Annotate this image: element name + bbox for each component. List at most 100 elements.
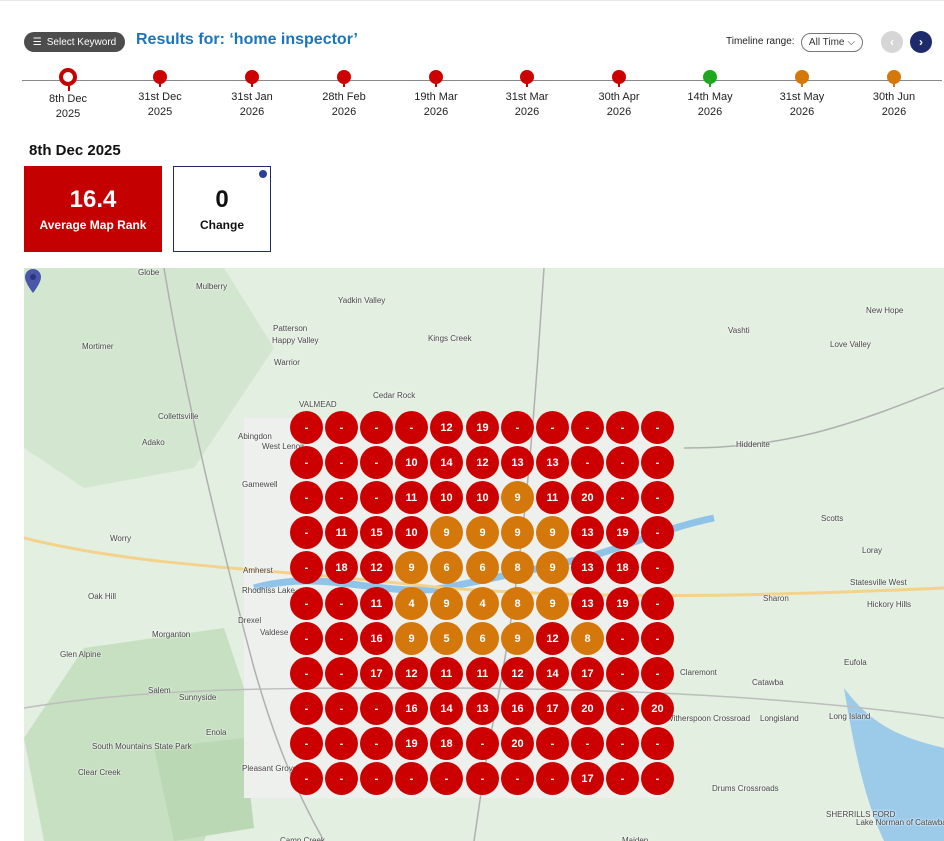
rank-circle[interactable]: 9 xyxy=(430,516,463,549)
rank-circle[interactable]: - xyxy=(641,411,674,444)
rank-circle[interactable]: - xyxy=(606,692,639,725)
rank-circle[interactable]: 15 xyxy=(360,516,393,549)
rank-circle[interactable]: 13 xyxy=(571,551,604,584)
rank-circle[interactable]: - xyxy=(360,762,393,795)
rank-circle[interactable]: - xyxy=(325,481,358,514)
rank-circle[interactable]: 6 xyxy=(430,551,463,584)
rank-circle[interactable]: - xyxy=(571,411,604,444)
rank-circle[interactable]: - xyxy=(641,622,674,655)
rank-circle[interactable]: 9 xyxy=(466,516,499,549)
rank-circle[interactable]: 11 xyxy=(395,481,428,514)
rank-circle[interactable]: - xyxy=(641,516,674,549)
rank-circle[interactable]: 18 xyxy=(430,727,463,760)
rank-circle[interactable]: 9 xyxy=(395,551,428,584)
rank-circle[interactable]: - xyxy=(290,446,323,479)
rank-circle[interactable]: 12 xyxy=(360,551,393,584)
rank-circle[interactable]: 18 xyxy=(606,551,639,584)
rank-circle[interactable]: 20 xyxy=(571,481,604,514)
next-button[interactable]: › xyxy=(910,31,932,53)
rank-circle[interactable]: 17 xyxy=(536,692,569,725)
rank-circle[interactable]: - xyxy=(325,446,358,479)
rank-circle[interactable]: - xyxy=(430,762,463,795)
rank-circle[interactable]: - xyxy=(290,587,323,620)
rank-circle[interactable]: 20 xyxy=(641,692,674,725)
rank-circle[interactable]: - xyxy=(290,622,323,655)
timeline-point[interactable]: 31st Jan 2026 xyxy=(222,70,282,120)
timeline-point[interactable]: 31st Dec 2025 xyxy=(130,70,190,120)
rank-circle[interactable]: 13 xyxy=(571,587,604,620)
rank-circle[interactable]: 9 xyxy=(536,587,569,620)
rank-circle[interactable]: - xyxy=(571,727,604,760)
rank-circle[interactable]: - xyxy=(641,587,674,620)
rank-circle[interactable]: 11 xyxy=(536,481,569,514)
rank-circle[interactable]: 12 xyxy=(466,446,499,479)
rank-circle[interactable]: - xyxy=(606,411,639,444)
rank-circle[interactable]: 14 xyxy=(430,446,463,479)
rank-circle[interactable]: 4 xyxy=(466,587,499,620)
timeline-point[interactable]: 19th Mar 2026 xyxy=(406,70,466,120)
rank-circle[interactable]: 12 xyxy=(501,657,534,690)
rank-circle[interactable]: 14 xyxy=(536,657,569,690)
timeline-point[interactable]: 31st May 2026 xyxy=(772,70,832,120)
rank-circle[interactable]: - xyxy=(290,692,323,725)
rank-circle[interactable]: - xyxy=(325,622,358,655)
rank-circle[interactable]: - xyxy=(606,446,639,479)
rank-circle[interactable]: 9 xyxy=(430,587,463,620)
rank-circle[interactable]: - xyxy=(325,762,358,795)
rank-circle[interactable]: 8 xyxy=(571,622,604,655)
rank-circle[interactable]: - xyxy=(290,411,323,444)
rank-circle[interactable]: 5 xyxy=(430,622,463,655)
prev-button[interactable]: ‹ xyxy=(881,31,903,53)
rank-circle[interactable]: - xyxy=(536,727,569,760)
rank-circle[interactable]: - xyxy=(641,551,674,584)
timeline-point[interactable]: 14th May 2026 xyxy=(680,70,740,120)
rank-circle[interactable]: 9 xyxy=(501,622,534,655)
rank-circle[interactable]: 16 xyxy=(395,692,428,725)
rank-circle[interactable]: - xyxy=(360,411,393,444)
rank-circle[interactable]: 20 xyxy=(571,692,604,725)
rank-circle[interactable]: - xyxy=(290,481,323,514)
timeline-point[interactable]: 8th Dec 2025 xyxy=(38,68,98,122)
rank-circle[interactable]: 17 xyxy=(571,657,604,690)
rank-circle[interactable]: 13 xyxy=(501,446,534,479)
rank-circle[interactable]: - xyxy=(360,481,393,514)
rank-circle[interactable]: - xyxy=(501,411,534,444)
rank-circle[interactable]: 6 xyxy=(466,551,499,584)
rank-circle[interactable]: - xyxy=(536,411,569,444)
rank-circle[interactable]: - xyxy=(606,657,639,690)
rank-circle[interactable]: - xyxy=(395,411,428,444)
rank-circle[interactable]: 20 xyxy=(501,727,534,760)
info-icon[interactable] xyxy=(259,170,267,178)
rank-circle[interactable]: - xyxy=(641,657,674,690)
rank-circle[interactable]: 19 xyxy=(466,411,499,444)
rank-circle[interactable]: 19 xyxy=(606,587,639,620)
rank-circle[interactable]: - xyxy=(360,692,393,725)
rank-circle[interactable]: 8 xyxy=(501,587,534,620)
rank-circle[interactable]: 19 xyxy=(606,516,639,549)
rank-circle[interactable]: 4 xyxy=(395,587,428,620)
rank-circle[interactable]: 12 xyxy=(430,411,463,444)
rank-circle[interactable]: 8 xyxy=(501,551,534,584)
rank-circle[interactable]: - xyxy=(290,762,323,795)
rank-circle[interactable]: - xyxy=(466,727,499,760)
timeline-point[interactable]: 28th Feb 2026 xyxy=(314,70,374,120)
rank-circle[interactable]: - xyxy=(290,657,323,690)
rank-circle[interactable]: 10 xyxy=(466,481,499,514)
rank-circle[interactable]: 14 xyxy=(430,692,463,725)
timeline-point[interactable]: 30th Apr 2026 xyxy=(589,70,649,120)
rank-circle[interactable]: 19 xyxy=(395,727,428,760)
rank-circle[interactable]: - xyxy=(641,446,674,479)
rank-circle[interactable]: 17 xyxy=(360,657,393,690)
rank-circle[interactable]: 9 xyxy=(536,516,569,549)
rank-circle[interactable]: 10 xyxy=(430,481,463,514)
rank-circle[interactable]: 9 xyxy=(536,551,569,584)
rank-map[interactable]: Globe Mulberry Yadkin Valley Patterson Happy… xyxy=(24,268,944,841)
rank-circle[interactable]: - xyxy=(325,657,358,690)
rank-circle[interactable]: - xyxy=(606,727,639,760)
timeline-range-select[interactable]: All Time ⌵ xyxy=(801,33,863,52)
rank-circle[interactable]: - xyxy=(325,411,358,444)
rank-circle[interactable]: - xyxy=(641,727,674,760)
rank-circle[interactable]: 12 xyxy=(536,622,569,655)
rank-circle[interactable]: - xyxy=(571,446,604,479)
rank-circle[interactable]: - xyxy=(466,762,499,795)
